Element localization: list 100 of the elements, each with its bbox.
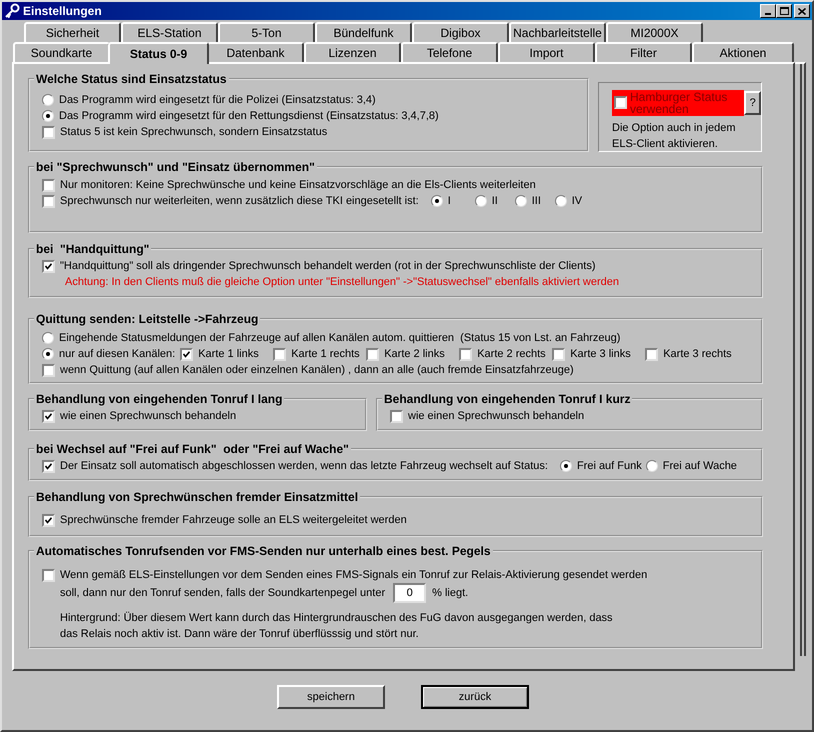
tab[interactable]: MI2000X [606, 22, 703, 42]
radio-button[interactable] [430, 195, 443, 207]
checkbox[interactable] [645, 348, 658, 360]
radio-label[interactable]: I [448, 192, 451, 210]
checkbox[interactable] [180, 348, 194, 360]
help-button[interactable]: ? [744, 91, 761, 115]
checkbox[interactable] [42, 364, 55, 376]
tab[interactable]: Status 0-9 [108, 42, 209, 64]
checkbox[interactable] [366, 348, 380, 360]
group-title: Quittung senden: Leitstelle ->Fahrzeug [35, 312, 260, 326]
tab[interactable]: 5-Ton [218, 22, 315, 42]
radio-button[interactable] [42, 348, 54, 360]
radio-button[interactable] [560, 460, 572, 472]
minimize-button[interactable] [760, 4, 776, 18]
radio-label[interactable]: Frei auf Funk [576, 458, 642, 474]
text: Hintergrund: Über diesem Wert kann durch das Hintergrundrauschen des FuG davon ausgegangen werden, dass [60, 610, 613, 626]
check-icon [183, 350, 190, 358]
close-icon [798, 8, 806, 14]
checkbox[interactable] [614, 96, 627, 109]
checkbox[interactable] [459, 348, 472, 360]
checkbox[interactable] [390, 410, 403, 422]
input-field[interactable]: 0 [393, 583, 426, 603]
checkbox-label[interactable]: Karte 1 links [198, 346, 259, 362]
dialog-button[interactable]: speichern [277, 685, 385, 709]
tab[interactable]: Import [498, 42, 595, 62]
radio-label[interactable]: II [492, 192, 498, 210]
radio-label[interactable]: III [532, 192, 541, 210]
checkbox[interactable] [42, 514, 55, 526]
checkbox[interactable] [42, 410, 55, 422]
tab[interactable]: Telefone [401, 42, 498, 62]
tab[interactable]: ELS-Station [121, 22, 218, 42]
window-title: Einstellungen [23, 3, 102, 20]
checkbox-label[interactable]: Karte 3 links [570, 346, 631, 362]
radio-dot-icon [46, 114, 50, 118]
checkbox[interactable] [552, 348, 566, 360]
checkbox[interactable] [42, 260, 55, 272]
checkbox-label[interactable]: wie einen Sprechwunsch behandeln [408, 408, 584, 424]
radio-dot-icon [564, 464, 568, 468]
group-title: bei "Sprechwunsch" und "Einsatz übernommen" [35, 160, 316, 174]
check-icon [45, 516, 52, 524]
group-title: Behandlung von eingehenden Tonruf I lang [35, 392, 284, 406]
radio-button[interactable] [554, 195, 567, 207]
checkbox-label[interactable]: "Handquittung" soll als dringender Sprechwunsch behandelt werden (rot in der Sprechwunschliste der Clients) [60, 258, 596, 274]
checkbox-label[interactable]: Nur monitoren: Keine Sprechwünsche und keine Einsatzvorschläge an die Els-Clients weiterleiten [60, 176, 536, 194]
radio-button[interactable] [646, 460, 658, 472]
checkbox[interactable] [42, 194, 55, 208]
checkbox-label[interactable]: wie einen Sprechwunsch behandeln [60, 408, 236, 424]
tab[interactable]: Bündelfunk [315, 22, 412, 42]
tab[interactable]: Filter [595, 42, 692, 62]
checkbox[interactable] [42, 126, 55, 138]
radio-button[interactable] [42, 110, 54, 122]
radio-dot-icon [434, 199, 439, 203]
minimize-icon [765, 13, 771, 15]
tab[interactable]: Datenbank [207, 42, 304, 62]
group-title: bei "Handquittung" [35, 242, 150, 256]
dialog-button[interactable]: zurück [421, 685, 529, 709]
tab[interactable]: Digibox [412, 22, 509, 42]
radio-label[interactable]: Das Programm wird eingesetzt für die Polizei (Einsatzstatus: 3,4) [59, 92, 376, 108]
text: ELS-Client aktivieren. [612, 136, 718, 152]
group-title: bei Wechsel auf "Frei auf Funk" oder "Frei auf Wache" [35, 442, 350, 456]
checkbox-label[interactable]: Karte 2 links [384, 346, 445, 362]
radio-dot-icon [46, 352, 50, 356]
checkbox[interactable] [42, 178, 55, 192]
checkbox-label[interactable]: wenn Quittung (auf allen Kanälen oder einzelnen Kanälen) , dann an alle (auch fremde Einsatzfahrzeuge) [60, 362, 574, 378]
text: soll, dann nur den Tonruf senden, falls der Soundkartenpegel unter [60, 586, 386, 601]
radio-button[interactable] [42, 94, 54, 106]
checkbox[interactable] [273, 348, 286, 360]
checkbox-label[interactable]: Status 5 ist kein Sprechwunsch, sondern Einsatzstatus [60, 124, 328, 140]
tab[interactable]: Sicherheit [24, 22, 121, 42]
close-button[interactable] [794, 4, 810, 18]
tab[interactable]: Aktionen [692, 42, 794, 62]
radio-label[interactable]: Eingehende Statusmeldungen der Fahrzeuge auf allen Kanälen autom. quittieren (Status 15 von Lst. an Fahrzeug) [59, 330, 620, 346]
tab[interactable]: Lizenzen [304, 42, 401, 62]
checkbox-label[interactable]: Der Einsatz soll automatisch abgeschlossen werden, wenn das letzte Fahrzeug wechselt auf Status: [60, 458, 548, 474]
maximize-icon [780, 7, 788, 15]
group-title: Behandlung von eingehenden Tonruf I kurz [383, 392, 632, 406]
radio-button[interactable] [42, 332, 54, 344]
checkbox-label[interactable]: Sprechwunsch nur weiterleiten, wenn zusätzlich diese TKI eingesetellt ist: [60, 192, 419, 210]
checkbox[interactable] [42, 460, 55, 472]
checkbox-label[interactable]: Karte 3 rechts [663, 346, 732, 362]
tab[interactable]: Nachbarleitstelle [509, 22, 606, 42]
check-icon [45, 412, 52, 420]
checkbox[interactable] [42, 568, 55, 582]
checkbox-label[interactable]: Karte 2 rechts [477, 346, 546, 362]
check-icon [45, 462, 52, 470]
checkbox-label[interactable]: Karte 1 rechts [291, 346, 360, 362]
maximize-button[interactable] [776, 4, 792, 18]
radio-label[interactable]: IV [572, 192, 582, 210]
text: das Relais noch aktiv ist. Dann wäre der Tonruf überflüsssig und stört nur. [60, 626, 419, 642]
warning-text: Achtung: In den Clients muß die gleiche Option unter "Einstellungen" ->"Statuswechsel" ebenfalls aktiviert werden [65, 274, 620, 290]
radio-button[interactable] [474, 195, 487, 207]
radio-label[interactable]: Frei auf Wache [662, 458, 737, 474]
group-title: Automatisches Tonrufsenden vor FMS-Senden nur unterhalb eines best. Pegels [35, 544, 492, 558]
radio-button[interactable] [514, 195, 527, 207]
radio-label[interactable]: nur auf diesen Kanälen: [59, 346, 176, 362]
checkbox-label[interactable]: Sprechwünsche fremder Fahrzeuge solle an ELS weitergeleitet werden [60, 512, 407, 528]
key-icon [4, 3, 20, 19]
checkbox-label[interactable]: Wenn gemäß ELS-Einstellungen vor dem Senden eines FMS-Signals ein Tonruf zur Relais-Aktivierung gesendet werden [60, 566, 648, 584]
tab[interactable]: Soundkarte [13, 42, 110, 62]
radio-label[interactable]: Das Programm wird eingesetzt für den Rettungsdienst (Einsatzstatus: 3,4,7,8) [59, 108, 439, 124]
